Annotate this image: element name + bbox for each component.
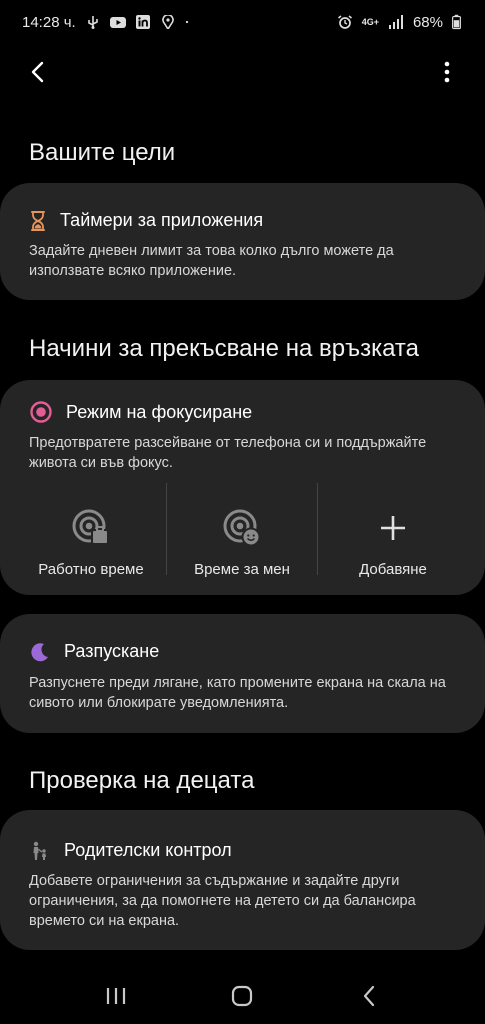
status-left: 14:28 ч. [22,14,193,31]
top-app-bar [0,48,485,96]
status-bar: 14:28 ч. 4G+ 68% [0,0,485,44]
hourglass-icon [31,210,45,231]
youtube-icon [109,17,126,28]
alarm-icon [337,15,352,29]
moon-icon [31,642,48,661]
home-icon [231,985,253,1007]
parent-child-icon [33,841,46,860]
battery-icon [452,14,461,30]
wind-down-card[interactable]: Разпускане Разпуснете преди лягане, като… [0,614,485,733]
more-options-button[interactable] [431,56,463,88]
focus-option-me[interactable]: Време за мен [167,478,317,578]
target-icon [30,401,52,423]
dot-icon [185,20,188,24]
clock: 14:28 ч. [22,13,76,31]
network-type: 4G+ [361,16,379,27]
navigation-bar [0,968,485,1024]
focus-option-add-label: Добавяне [359,561,427,578]
focus-mode-description: Предотвратете разсейване от телефона си … [29,435,427,471]
parental-controls-header: Родителски контрол [30,840,232,861]
app-timers-header: Таймери за приложения [30,210,263,231]
focus-option-add[interactable]: Добавяне [318,478,468,578]
focus-me-icon-wrap [223,504,261,551]
focus-me-icon [223,509,261,546]
back-button[interactable] [22,56,54,88]
location-pin-icon [161,15,174,29]
parental-controls-title: Родителски контрол [64,840,232,860]
focus-mode-title: Режим на фокусиране [66,401,253,422]
wind-down-description: Разпуснете преди лягане, като промените … [29,675,446,711]
app-timers-description: Задайте дневен лимит за това колко дълго… [29,243,394,279]
section-title-disconnect: Начини за прекъсване на връзката [29,335,419,362]
chevron-left-icon [31,61,44,83]
recents-icon [106,988,126,1004]
parental-controls-description: Добавете ограничения за съдържание и зад… [29,873,416,929]
recents-button[interactable] [92,976,140,1016]
focus-mode-header[interactable]: Режим на фокусиране [30,401,252,423]
app-timers-card[interactable]: Таймери за приложения Задайте дневен лим… [0,183,485,300]
more-vertical-icon [444,61,450,83]
focus-option-work-label: Работно време [38,561,144,578]
focus-option-me-label: Време за мен [194,561,290,578]
section-title-goals: Вашите цели [29,139,176,166]
focus-option-work[interactable]: Работно време [16,478,166,578]
section-title-kids: Проверка на децата [29,767,255,794]
system-back-button[interactable] [345,976,393,1016]
app-timers-title: Таймери за приложения [60,210,264,230]
signal-icon [388,15,403,29]
linkedin-icon [135,15,150,29]
usb-icon [87,16,98,29]
parental-controls-card[interactable]: Родителски контрол Добавете ограничения … [0,810,485,950]
battery-percent: 68% [412,13,443,31]
plus-icon-wrap [380,504,406,551]
focus-work-icon [72,509,109,545]
wind-down-header: Разпускане [30,641,159,662]
wind-down-title: Разпускане [64,641,160,661]
home-button[interactable] [218,976,266,1016]
back-icon [363,985,375,1007]
focus-work-icon-wrap [72,504,110,551]
status-right: 4G+ 68% [337,14,461,31]
plus-icon [381,515,405,540]
